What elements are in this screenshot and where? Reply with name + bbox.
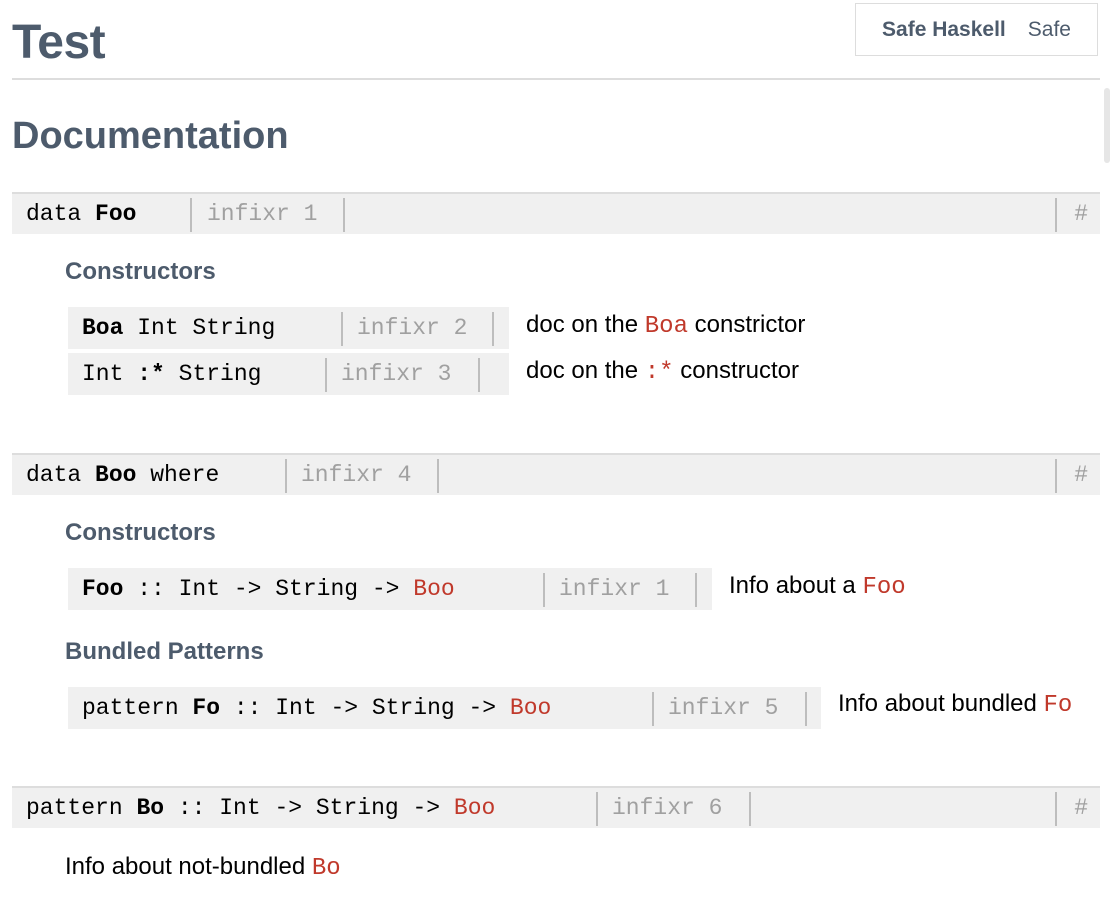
- keyword: data: [26, 462, 82, 488]
- pattern-signature: pattern Fo :: Int -> String -> Boo: [82, 695, 551, 721]
- decl-data-boo: data Boo where infixr 4 #: [12, 453, 1100, 495]
- divider: [341, 312, 343, 346]
- constructor-signature: Int :* String: [82, 361, 261, 387]
- pattern-doc: Info about not-bundled Bo: [65, 853, 341, 882]
- type-link[interactable]: Boo: [413, 576, 454, 602]
- fixity: infixr 1: [207, 201, 318, 227]
- safety-value: Safe: [1027, 17, 1071, 41]
- safety-label: Safe Haskell: [882, 17, 1006, 41]
- doc-code-link[interactable]: :*: [645, 359, 674, 386]
- pattern-type: :: Int -> String ->: [164, 795, 454, 821]
- divider: [805, 692, 807, 726]
- divider: [343, 198, 345, 232]
- fixity: infixr 3: [341, 361, 452, 387]
- constructor-name: Foo: [82, 576, 124, 602]
- anchor-link[interactable]: #: [1074, 201, 1088, 227]
- divider: [695, 573, 697, 607]
- constructor-arg: String: [178, 361, 262, 387]
- constructor-signature: Foo :: Int -> String -> Boo: [82, 576, 455, 602]
- divider: [492, 312, 494, 346]
- safe-haskell-info: Safe Haskell Safe: [855, 3, 1098, 56]
- doc-text: constructor: [673, 357, 799, 384]
- anchor-link[interactable]: #: [1074, 795, 1088, 821]
- divider: [749, 792, 751, 826]
- constructor-type: :: Int -> String ->: [123, 576, 414, 602]
- constructors-heading: Constructors: [65, 519, 216, 546]
- divider: [543, 573, 545, 607]
- divider: [285, 459, 287, 493]
- doc-text: doc on the: [526, 357, 645, 384]
- pattern-doc: Info about bundled Fo: [838, 690, 1072, 719]
- constructor-args: Int String: [123, 315, 276, 341]
- divider: [478, 358, 480, 392]
- constructor-doc: doc on the :* constructor: [526, 357, 799, 386]
- doc-text: constrictor: [687, 311, 806, 338]
- pattern-type: :: Int -> String ->: [220, 695, 510, 721]
- doc-text: Info about not-bundled: [65, 853, 312, 880]
- constructor-doc: doc on the Boa constrictor: [526, 311, 805, 340]
- doc-text: Info about a: [729, 572, 863, 599]
- pattern-name: Bo: [136, 795, 165, 821]
- keyword: data: [26, 201, 82, 227]
- page-title: Test: [12, 16, 106, 69]
- divider: [1055, 459, 1057, 493]
- bundled-patterns-heading: Bundled Patterns: [65, 638, 264, 665]
- divider: [596, 792, 598, 826]
- divider: [437, 459, 439, 493]
- constructor-signature: Boa Int String: [82, 315, 275, 341]
- constructor-row: Foo :: Int -> String -> Boo infixr 1: [68, 568, 712, 610]
- decl-pattern-bo: pattern Bo :: Int -> String -> Boo infix…: [12, 786, 1100, 828]
- doc-text: Info about bundled: [838, 690, 1044, 717]
- doc-code-link[interactable]: Fo: [1044, 692, 1073, 719]
- decl-signature: data Boo where: [26, 462, 219, 488]
- constructor-name: Boa: [82, 315, 124, 341]
- type-name: Foo: [95, 201, 137, 227]
- divider: [1055, 198, 1057, 232]
- scrollbar-thumb[interactable]: [1104, 88, 1110, 163]
- doc-code-link[interactable]: Foo: [862, 574, 905, 601]
- title-divider: [12, 78, 1100, 80]
- divider: [1055, 792, 1057, 826]
- constructor-doc: Info about a Foo: [729, 572, 906, 601]
- pattern-name: Fo: [192, 695, 221, 721]
- fixity: infixr 2: [357, 315, 468, 341]
- divider: [652, 692, 654, 726]
- fixity: infixr 5: [668, 695, 779, 721]
- constructor-arg: Int: [82, 361, 124, 387]
- keyword: pattern: [82, 695, 193, 721]
- keyword: where: [136, 462, 220, 488]
- divider: [190, 198, 192, 232]
- divider: [325, 358, 327, 392]
- constructors-heading: Constructors: [65, 258, 216, 285]
- pattern-row: pattern Fo :: Int -> String -> Boo infix…: [68, 687, 821, 729]
- doc-text: doc on the: [526, 311, 645, 338]
- fixity: infixr 1: [559, 576, 670, 602]
- section-title: Documentation: [12, 115, 289, 157]
- constructor-row: Int :* String infixr 3: [68, 353, 509, 395]
- constructor-operator: :*: [123, 361, 179, 387]
- type-link[interactable]: Boo: [510, 695, 551, 721]
- type-name: Boo: [95, 462, 137, 488]
- doc-code-link[interactable]: Bo: [312, 855, 341, 882]
- constructor-row: Boa Int String infixr 2: [68, 307, 509, 349]
- anchor-link[interactable]: #: [1074, 462, 1088, 488]
- doc-code-link[interactable]: Boa: [645, 313, 688, 340]
- fixity: infixr 6: [612, 795, 723, 821]
- decl-signature: pattern Bo :: Int -> String -> Boo: [26, 795, 495, 821]
- fixity: infixr 4: [301, 462, 412, 488]
- decl-signature: data Foo: [26, 201, 136, 227]
- decl-data-foo: data Foo infixr 1 #: [12, 192, 1100, 234]
- type-link[interactable]: Boo: [454, 795, 495, 821]
- keyword: pattern: [26, 795, 123, 821]
